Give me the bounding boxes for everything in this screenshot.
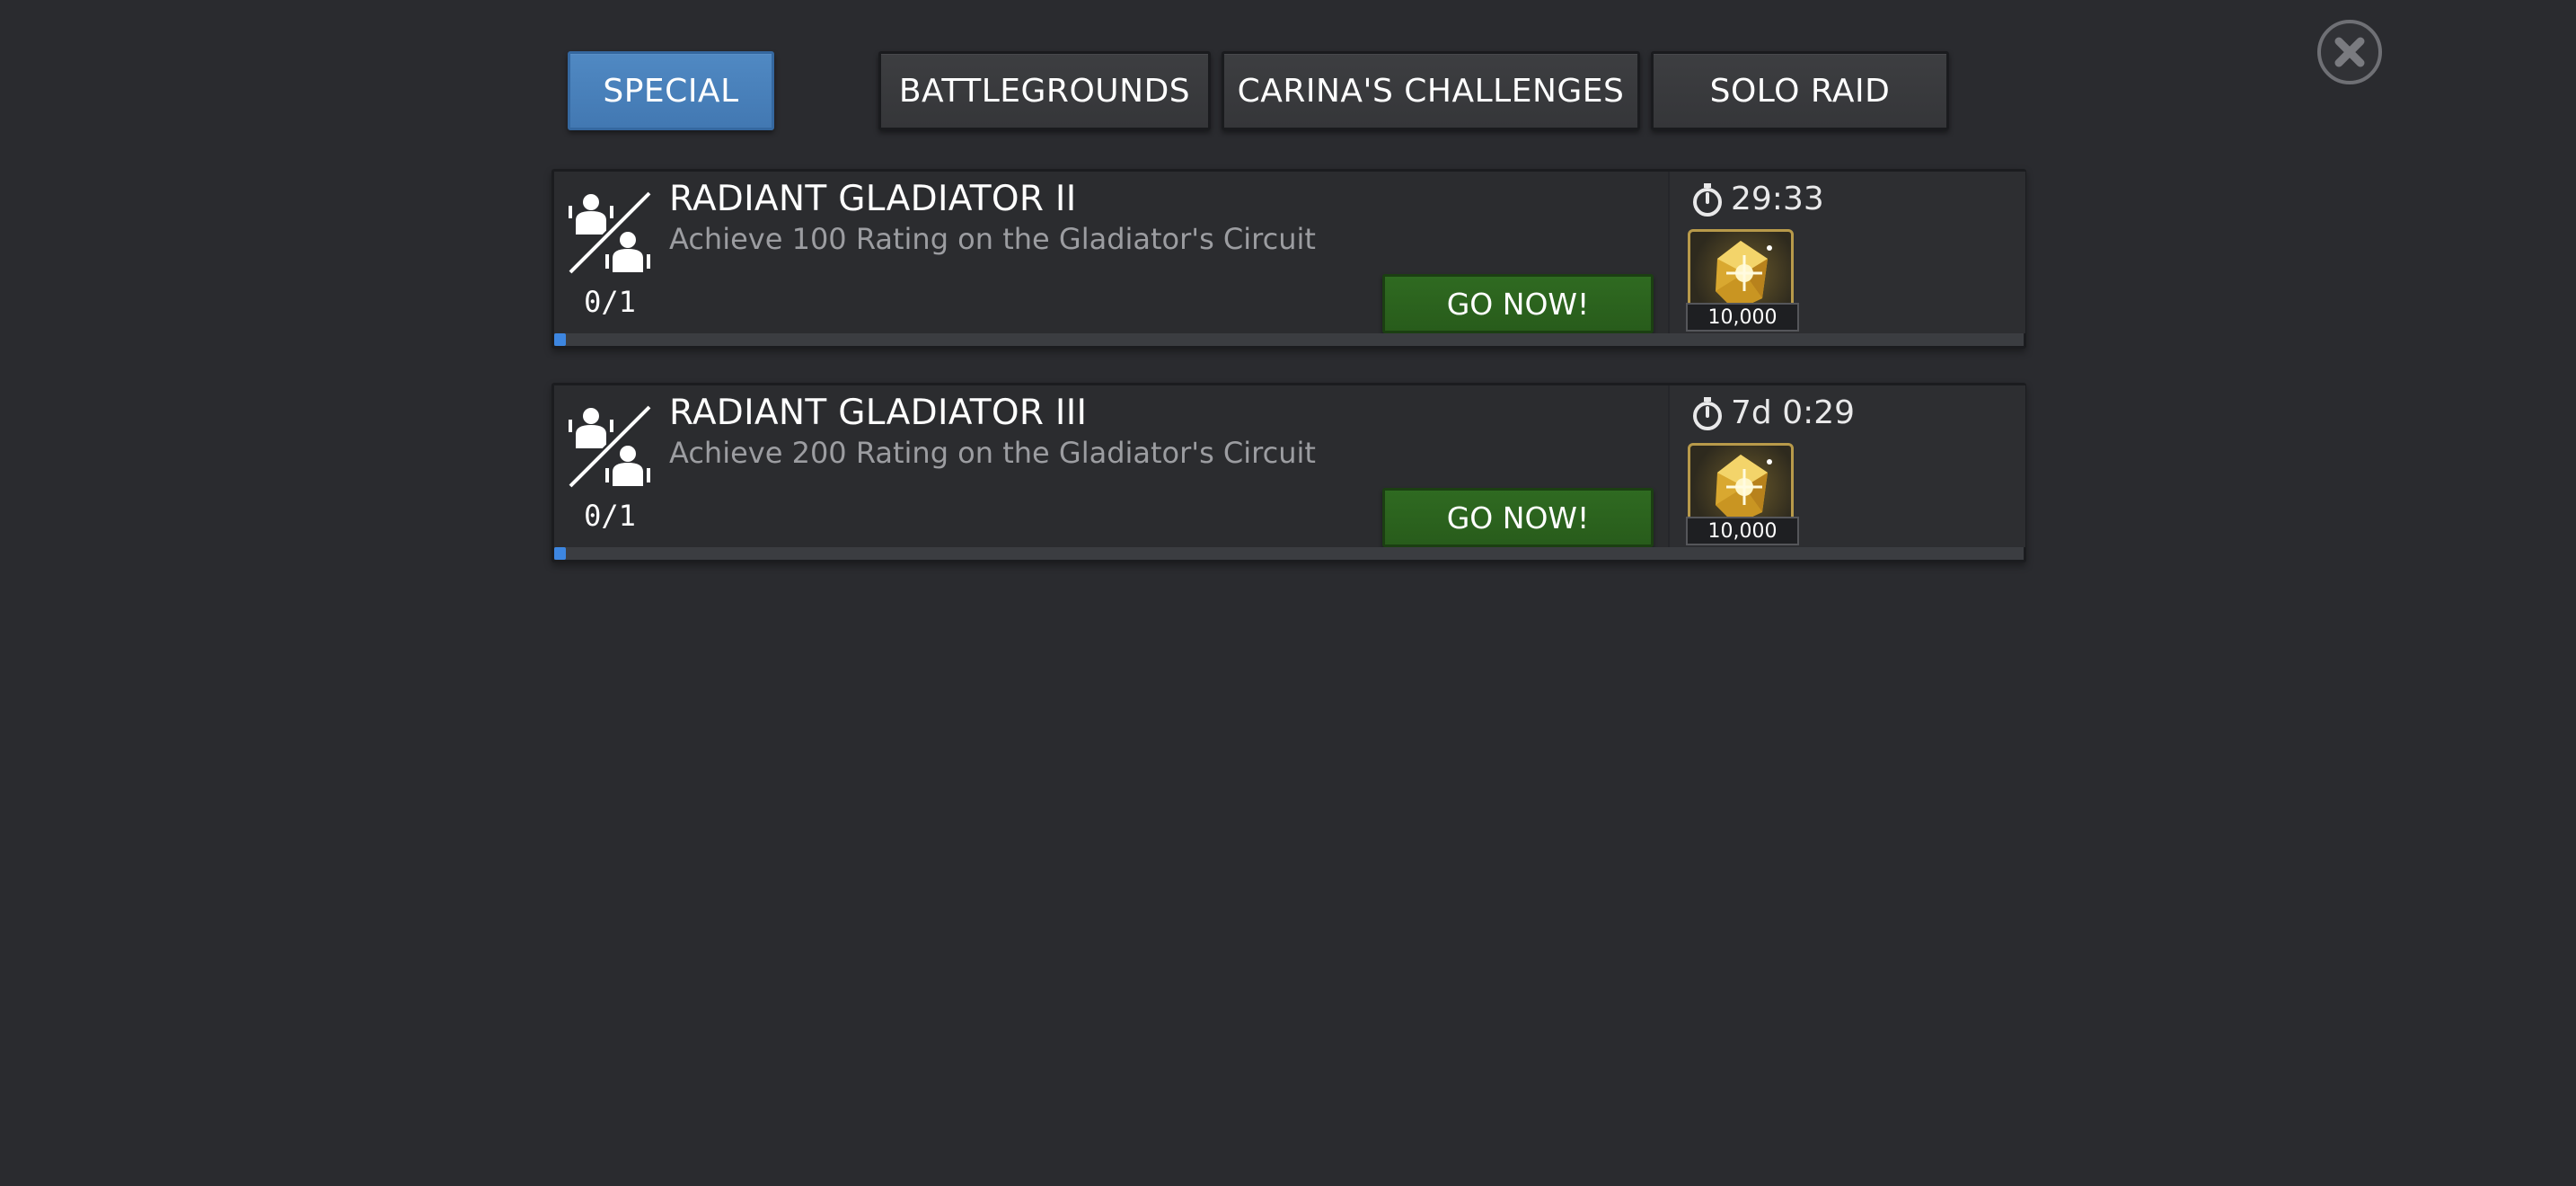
quest-progress-count: 0/1 xyxy=(584,285,636,319)
reward-item[interactable]: 10,000 xyxy=(1686,229,1799,341)
quest-reward-panel: 29:33 10,000 xyxy=(1668,172,2025,333)
quest-description: Achieve 100 Rating on the Gladiator's Ci… xyxy=(669,222,1316,256)
quest-description: Achieve 200 Rating on the Gladiator's Ci… xyxy=(669,436,1316,470)
quest-title: RADIANT GLADIATOR II xyxy=(669,179,1077,219)
close-icon xyxy=(2334,37,2365,67)
quest-progress-count: 0/1 xyxy=(584,499,636,533)
quest-reward-panel: 7d 0:29 10,000 xyxy=(1668,385,2025,547)
quest-main-panel: 0/1 RADIANT GLADIATOR III Achieve 200 Ra… xyxy=(554,385,1668,547)
quest-title: RADIANT GLADIATOR III xyxy=(669,393,1088,433)
quest-card: 0/1 RADIANT GLADIATOR II Achieve 100 Rat… xyxy=(551,169,2026,349)
go-now-button[interactable]: GO NOW! xyxy=(1382,488,1654,547)
tab-carinas-challenges[interactable]: CARINA'S CHALLENGES xyxy=(1222,51,1640,130)
go-now-label: GO NOW! xyxy=(1446,500,1590,535)
tab-battlegrounds[interactable]: BATTLEGROUNDS xyxy=(878,51,1211,130)
quest-list: 0/1 RADIANT GLADIATOR II Achieve 100 Rat… xyxy=(551,169,2026,597)
quest-timer: 7d 0:29 xyxy=(1689,394,1855,431)
tab-special-label: SPECIAL xyxy=(603,72,739,110)
stopwatch-icon xyxy=(1693,182,1722,217)
quest-progress-marker xyxy=(554,547,566,560)
go-now-button[interactable]: GO NOW! xyxy=(1382,274,1654,333)
quest-timer-text: 7d 0:29 xyxy=(1731,394,1856,431)
reward-item[interactable]: 10,000 xyxy=(1686,443,1799,554)
tab-special[interactable]: SPECIAL xyxy=(568,51,774,130)
stopwatch-icon xyxy=(1693,396,1722,430)
quests-screen: SPECIAL BATTLEGROUNDS CARINA'S CHALLENGE… xyxy=(0,0,2576,1186)
quest-progress-bar xyxy=(554,333,2024,346)
quest-timer: 29:33 xyxy=(1689,181,1824,217)
go-now-label: GO NOW! xyxy=(1446,286,1590,322)
quest-timer-text: 29:33 xyxy=(1731,181,1824,217)
tab-solo-raid[interactable]: SOLO RAID xyxy=(1651,51,1949,130)
reward-amount: 10,000 xyxy=(1686,517,1799,545)
tab-battlegrounds-label: BATTLEGROUNDS xyxy=(898,72,1191,110)
quest-progress-bar xyxy=(554,547,2024,560)
reward-amount: 10,000 xyxy=(1686,303,1799,332)
close-button[interactable] xyxy=(2317,20,2382,84)
tab-solo-raid-label: SOLO RAID xyxy=(1709,72,1891,110)
quest-card: 0/1 RADIANT GLADIATOR III Achieve 200 Ra… xyxy=(551,383,2026,562)
quest-progress-marker xyxy=(554,333,566,346)
versus-fighters-icon xyxy=(567,403,653,490)
quest-main-panel: 0/1 RADIANT GLADIATOR II Achieve 100 Rat… xyxy=(554,172,1668,333)
tab-carinas-challenges-label: CARINA'S CHALLENGES xyxy=(1237,72,1625,110)
versus-fighters-icon xyxy=(567,190,653,276)
